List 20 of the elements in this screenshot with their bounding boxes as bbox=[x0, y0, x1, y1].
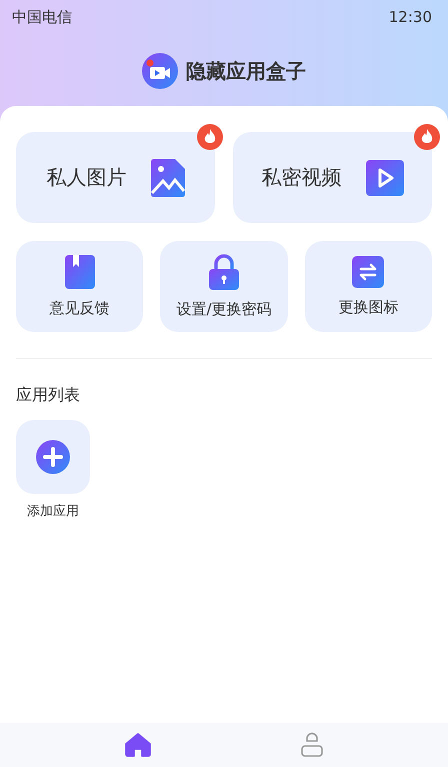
app-title: 隐藏应用盒子 bbox=[186, 58, 306, 84]
swap-arrows-icon bbox=[352, 256, 384, 288]
bookmark-book-icon bbox=[64, 255, 95, 289]
app-label: 添加应用 bbox=[27, 503, 79, 520]
feature-card[interactable]: 私人图片 bbox=[16, 132, 215, 223]
feature-card[interactable]: 私密视频 bbox=[233, 132, 432, 223]
plus-icon bbox=[36, 440, 70, 474]
tool-card[interactable]: 更换图标 bbox=[304, 241, 432, 332]
add-app-button[interactable] bbox=[16, 420, 90, 494]
clock-text: 12:30 bbox=[388, 8, 432, 28]
picture-icon bbox=[150, 158, 184, 196]
video-camera-logo-icon bbox=[142, 53, 178, 89]
home-icon bbox=[125, 733, 151, 757]
padlock-icon bbox=[208, 254, 239, 290]
tool-card[interactable]: 意见反馈 bbox=[16, 241, 144, 332]
person-icon bbox=[301, 732, 323, 758]
carrier-text: 中国电信 bbox=[12, 8, 72, 28]
play-icon bbox=[366, 160, 404, 196]
section-title: 应用列表 bbox=[16, 385, 81, 406]
tool-card[interactable]: 设置/更换密码 bbox=[160, 241, 288, 332]
